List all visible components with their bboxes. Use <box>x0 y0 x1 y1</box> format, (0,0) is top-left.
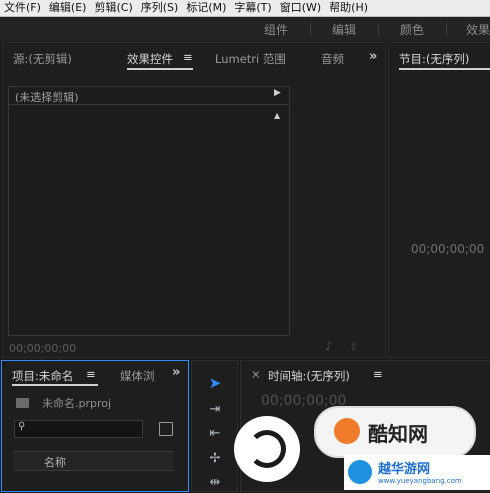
panel-menu-icon[interactable]: ≡ <box>183 50 193 64</box>
search-icon: ⚲ <box>18 421 26 432</box>
workspace-tab-effects[interactable]: 效果 <box>466 21 490 38</box>
watermark-badge: 酷知网 <box>314 406 476 458</box>
no-clip-label: (未选择剪辑) <box>15 91 79 104</box>
tab-overflow-icon[interactable]: » <box>369 49 377 64</box>
name-column-header[interactable]: 名称 <box>44 454 66 470</box>
menu-sequence[interactable]: 序列(S) <box>137 0 183 16</box>
razor-tool-icon[interactable]: ✢ <box>204 447 226 469</box>
timeline-title[interactable]: 时间轴:(无序列) <box>268 368 350 384</box>
menu-clip[interactable]: 剪辑(C) <box>90 0 136 16</box>
footer-watermark: 越华游网 www.yueyangbang.com <box>344 455 490 490</box>
tab-audio[interactable]: 音频 <box>321 51 344 67</box>
tab-lumetri-scopes[interactable]: Lumetri 范围 <box>215 51 286 67</box>
menu-marker[interactable]: 标记(M) <box>182 0 230 16</box>
menu-bar: 文件(F) 编辑(E) 剪辑(C) 序列(S) 标记(M) 字幕(T) 窗口(W… <box>0 0 490 17</box>
project-file-name: 未命名.prproj <box>42 397 112 410</box>
program-timecode: 00;00;00;00 <box>411 242 485 256</box>
new-search-bin-icon[interactable] <box>159 422 173 436</box>
ripple-edit-tool-icon[interactable]: ⇤ <box>204 422 226 444</box>
menu-window[interactable]: 窗口(W) <box>276 0 325 16</box>
search-input[interactable]: ⚲ <box>14 420 143 438</box>
watermark-logo-circle <box>234 416 300 482</box>
active-tab-indicator <box>12 384 98 386</box>
source-panel: 源:(无剪辑) 效果控件 ≡ Lumetri 范围 音频 » (未选择剪辑) ▶… <box>2 42 386 358</box>
workspace-tab-editing[interactable]: 编辑 <box>332 21 356 38</box>
selection-tool-icon[interactable]: ➤ <box>204 372 226 394</box>
tab-project[interactable]: 项目:未命名 <box>12 368 73 384</box>
tab-effect-controls[interactable]: 效果控件 <box>127 51 173 67</box>
tab-source[interactable]: 源:(无剪辑) <box>13 51 72 67</box>
workspace-bar: 组件 编辑 颜色 效果 <box>0 17 490 41</box>
panel-menu-icon[interactable]: ≡ <box>86 367 96 381</box>
effect-controls-area: (未选择剪辑) ▶ ▲ <box>8 86 290 336</box>
workspace-divider <box>446 23 447 36</box>
footer-brand: 越华游网 <box>378 462 431 477</box>
scroll-up-icon[interactable]: ▲ <box>274 111 280 120</box>
program-title[interactable]: 节目:(无序列) <box>399 51 469 67</box>
watermark-text: 酷知网 <box>368 422 428 446</box>
watermark-swirl-icon <box>248 430 286 468</box>
workspace-tab-color[interactable]: 颜色 <box>400 21 424 38</box>
program-panel: 节目:(无序列) 00;00;00;00 <box>388 42 490 358</box>
clip-header-row: (未选择剪辑) ▶ <box>9 87 289 105</box>
source-timecode: 00;00;00;00 <box>9 342 77 355</box>
tools-panel: ➤ ⇥ ⇤ ✢ ⇹ <box>191 360 238 492</box>
tab-media-browser[interactable]: 媒体浏 <box>120 368 155 384</box>
active-tab-indicator <box>399 68 490 70</box>
watermark-logo-icon <box>334 418 360 444</box>
active-tab-indicator <box>127 68 193 70</box>
bin-folder-icon <box>16 398 29 408</box>
footer-url: www.yueyangbang.com <box>378 477 462 485</box>
audio-scrub-icon[interactable]: ♪ <box>325 339 333 353</box>
close-icon[interactable]: × <box>251 367 261 381</box>
workspace-tab-assembly[interactable]: 组件 <box>264 21 288 38</box>
track-select-tool-icon[interactable]: ⇥ <box>204 398 226 420</box>
column-header-row: 名称 <box>14 451 174 471</box>
footer-logo-icon <box>348 460 372 484</box>
project-panel: 项目:未命名 ≡ 媒体浏 » 未命名.prproj ⚲ 名称 <box>1 360 189 492</box>
menu-help[interactable]: 帮助(H) <box>325 0 372 16</box>
export-icon[interactable]: ⇪ <box>349 340 358 353</box>
expand-arrow-icon[interactable]: ▶ <box>274 88 281 98</box>
workspace-divider <box>310 23 311 36</box>
menu-file[interactable]: 文件(F) <box>0 0 45 16</box>
workspace-divider <box>378 23 379 36</box>
panel-menu-icon[interactable]: ≡ <box>373 367 383 381</box>
menu-title[interactable]: 字幕(T) <box>230 0 275 16</box>
tab-overflow-icon[interactable]: » <box>172 365 180 380</box>
menu-edit[interactable]: 编辑(E) <box>45 0 91 16</box>
